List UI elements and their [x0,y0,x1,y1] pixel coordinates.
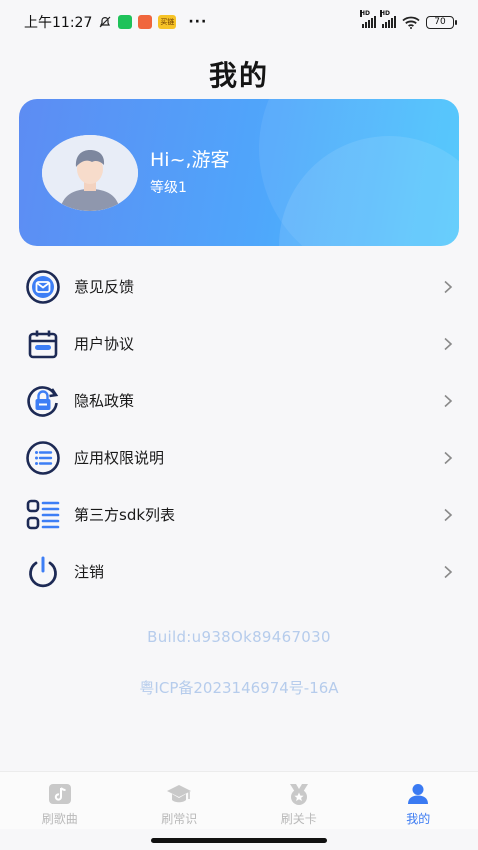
menu-item-permissions[interactable]: 应用权限说明 [0,429,478,486]
chevron-right-icon [444,280,453,293]
chevron-right-icon [444,451,453,464]
wechat-icon [118,15,133,29]
mail-icon [24,268,62,306]
wifi-icon [402,16,420,29]
signal-icon-2: HD [380,10,396,28]
status-left: 上午11:27 买链 ··· [24,12,207,32]
grid-list-icon [24,496,62,534]
more-notifications-icon: ··· [188,14,208,30]
chevron-right-icon [444,565,453,578]
build-version: Build:u938Ok89467030 [147,628,331,646]
status-right: HD HD 70 [360,10,457,29]
tab-label-knowledge: 刷常识 [161,812,198,826]
app-notification-icon-2: 买链 [158,15,177,29]
user-level: 等级1 [150,180,187,196]
user-greeting: Hi~,游客 [150,149,230,171]
menu-item-user-agreement[interactable]: 用户协议 [0,315,478,372]
battery-level: 70 [434,17,446,27]
power-icon [24,553,62,591]
chevron-right-icon [444,508,453,521]
settings-menu: 意见反馈 用户协议 隐私政策 应用权限说明 第三方sdk列表 注销 [0,258,478,600]
signal-icon: HD [360,10,376,28]
tab-mine[interactable]: 我的 [359,772,478,829]
app-notification-icon [138,15,153,29]
tab-levels[interactable]: 刷关卡 [239,772,359,829]
tab-songs[interactable]: 刷歌曲 [0,772,120,829]
tab-knowledge[interactable]: 刷常识 [120,772,240,829]
signal-hd-label-2: HD [380,10,391,17]
profile-card[interactable]: Hi~,游客 等级1 [19,99,459,246]
list-circle-icon [24,439,62,477]
lock-refresh-icon [24,382,62,420]
menu-item-privacy-policy[interactable]: 隐私政策 [0,372,478,429]
menu-item-third-party-sdk[interactable]: 第三方sdk列表 [0,486,478,543]
home-indicator[interactable] [151,838,327,843]
user-icon [405,782,431,806]
menu-label-logout: 注销 [74,563,105,581]
chevron-right-icon [444,394,453,407]
graduation-cap-icon [166,782,192,806]
tab-label-mine: 我的 [406,812,431,826]
menu-label-privacy-policy: 隐私政策 [74,392,135,410]
music-icon [47,782,73,806]
signal-hd-label: HD [360,10,371,17]
icp-license[interactable]: 粤ICP备2023146974号-16A [0,677,478,698]
menu-item-feedback[interactable]: 意见反馈 [0,258,478,315]
chevron-right-icon [444,337,453,350]
medal-icon [286,782,312,806]
status-time: 上午11:27 [24,15,93,31]
menu-label-feedback: 意见反馈 [74,278,135,296]
calendar-icon [24,325,62,363]
menu-label-third-party-sdk: 第三方sdk列表 [74,506,176,524]
battery-icon: 70 [426,15,457,29]
page-title: 我的 [208,59,269,92]
tab-label-levels: 刷关卡 [280,812,317,826]
menu-item-logout[interactable]: 注销 [0,543,478,600]
bell-muted-icon [99,16,111,28]
avatar[interactable] [42,135,138,211]
menu-label-user-agreement: 用户协议 [74,335,135,353]
avatar-person-icon [42,135,138,211]
bottom-tab-bar: 刷歌曲 刷常识 刷关卡 我的 [0,771,478,829]
status-bar: 上午11:27 买链 ··· HD HD 70 [0,0,478,44]
tab-label-songs: 刷歌曲 [41,812,78,826]
menu-label-permissions: 应用权限说明 [74,449,165,467]
